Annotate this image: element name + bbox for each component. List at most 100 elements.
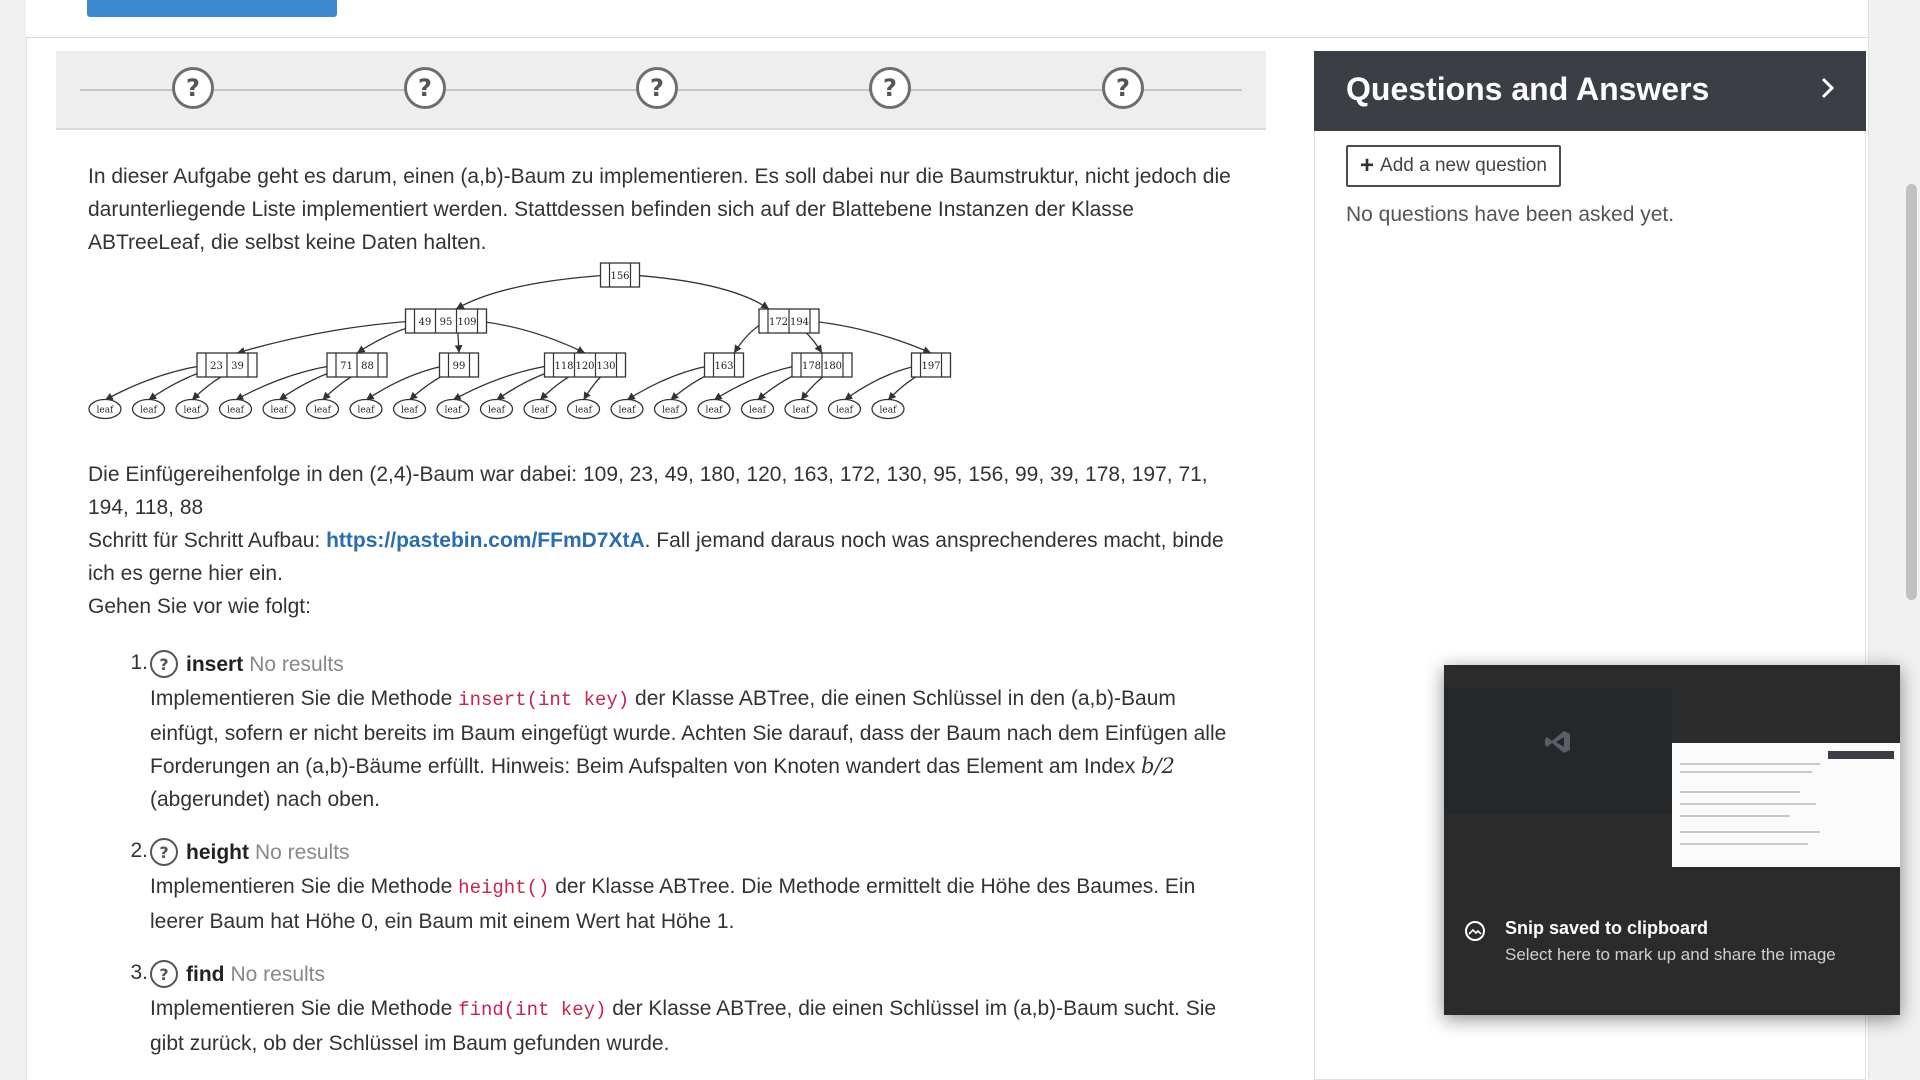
- tree-leaf-label: leaf: [619, 406, 637, 416]
- tree-leaf: leaf: [218, 398, 253, 420]
- step-status-icon[interactable]: ?: [172, 67, 214, 109]
- tree-inner-node: 197: [910, 352, 952, 378]
- tree-leaf-label: leaf: [401, 406, 419, 416]
- method-code: insert(int key): [458, 689, 630, 711]
- question-circle-icon[interactable]: ?: [150, 838, 178, 866]
- tree-leaf-label: leaf: [880, 406, 898, 416]
- tree-inner-node: 71 88: [326, 352, 388, 378]
- tree-root-node: 156: [599, 262, 641, 288]
- task-item-insert: 1. ? insert No results Implementieren Si…: [126, 646, 1236, 816]
- tree-leaf-label: leaf: [793, 406, 811, 416]
- tree-leaf-label: leaf: [836, 406, 854, 416]
- snip-preview-page: [1672, 743, 1900, 867]
- task-status: No results: [230, 962, 326, 986]
- step-status-icon[interactable]: ?: [869, 67, 911, 109]
- tree-leaf-label: leaf: [97, 406, 115, 416]
- qa-header[interactable]: Questions and Answers: [1314, 51, 1866, 131]
- tree-key: 99: [453, 361, 466, 372]
- tree-leaf-label: leaf: [358, 406, 376, 416]
- pastebin-link[interactable]: https://pastebin.com/FFmD7XtA: [326, 529, 645, 552]
- tree-inner-node: 178 180: [791, 352, 853, 378]
- tree-key: 120: [575, 361, 594, 372]
- task-description: Implementieren Sie die Methode find(int …: [150, 992, 1236, 1060]
- snip-notification[interactable]: Snip saved to clipboard Select here to m…: [1444, 665, 1900, 1015]
- task-title: insert: [186, 652, 244, 676]
- step-status-icon[interactable]: ?: [404, 67, 446, 109]
- math-expression: b/2: [1141, 754, 1175, 778]
- tree-key: 194: [790, 317, 809, 328]
- task-number: 1.: [130, 651, 148, 674]
- tree-leaf-label: leaf: [662, 406, 680, 416]
- tree-inner-node: 163: [703, 352, 745, 378]
- task-text: Implementieren Sie die Methode: [150, 875, 459, 898]
- snip-preview-editor: [1444, 688, 1672, 814]
- task-number: 2.: [130, 839, 148, 862]
- add-question-button[interactable]: + Add a new question: [1346, 145, 1561, 187]
- chevron-right-icon[interactable]: [1820, 73, 1836, 103]
- snip-image-icon: [1465, 921, 1485, 941]
- tree-leaf: leaf: [175, 398, 209, 420]
- tree-edge: [630, 274, 770, 310]
- build-prefix: Schritt für Schritt Aufbau:: [88, 529, 327, 552]
- task-status: No results: [249, 652, 344, 676]
- tree-leaf-label: leaf: [184, 406, 202, 416]
- plus-icon: +: [1360, 152, 1375, 179]
- left-gutter: [0, 0, 27, 1080]
- tree-leaf: leaf: [305, 398, 340, 420]
- tree-leaf-label: leaf: [227, 406, 245, 416]
- method-code: find(int key): [458, 999, 607, 1021]
- tree-key: 163: [714, 361, 733, 372]
- tree-leaf-label: leaf: [575, 406, 593, 416]
- question-circle-icon[interactable]: ?: [150, 960, 178, 988]
- task-text: Implementieren Sie die Methode: [150, 997, 459, 1020]
- tree-key: 88: [361, 361, 374, 372]
- tree-inner-node: 49 95 109: [404, 308, 488, 334]
- tree-leaf-label: leaf: [532, 406, 550, 416]
- task-number: 3.: [130, 961, 148, 984]
- tree-edge: [809, 320, 932, 354]
- tree-inner-node: 23 39: [196, 352, 258, 378]
- instruction-text: Gehen Sie vor wie folgt:: [88, 595, 311, 618]
- task-progress-bar: ? ? ? ? ?: [56, 51, 1266, 130]
- qa-title: Questions and Answers: [1346, 71, 1710, 107]
- tree-leaf: leaf: [697, 398, 731, 420]
- tree-leaf: leaf: [610, 398, 644, 420]
- tree-key: 95: [440, 317, 453, 328]
- tree-key: 23: [210, 361, 223, 372]
- tree-edge: [477, 320, 586, 354]
- tree-leaf-label: leaf: [140, 406, 158, 416]
- add-question-label: Add a new question: [1380, 155, 1547, 176]
- exercise-content: In dieser Aufgabe geht es darum, einen (…: [88, 160, 1238, 623]
- task-title: find: [186, 962, 225, 986]
- tree-key: 172: [769, 317, 788, 328]
- build-paragraph: Schritt für Schritt Aufbau: https://past…: [88, 524, 1238, 590]
- vscode-logo-icon: [1545, 731, 1570, 753]
- tree-leaf-label: leaf: [706, 406, 724, 416]
- thumb-qa-header: [1828, 751, 1894, 759]
- step-status-icon[interactable]: ?: [636, 67, 678, 109]
- intro-paragraph: In dieser Aufgabe geht es darum, einen (…: [88, 165, 1231, 254]
- top-action-button[interactable]: [87, 0, 337, 17]
- tree-leaf: leaf: [653, 398, 688, 420]
- tree-key: 197: [921, 361, 940, 372]
- task-description: Implementieren Sie die Methode height() …: [150, 870, 1236, 938]
- tree-leaf-label: leaf: [271, 406, 289, 416]
- tree-edge: [626, 364, 714, 401]
- tree-leaf: leaf: [740, 398, 775, 420]
- task-status: No results: [255, 840, 350, 864]
- tree-inner-node: 118 120 130: [543, 352, 627, 378]
- scrollbar-thumb[interactable]: [1906, 184, 1917, 600]
- tree-leaf-label: leaf: [488, 406, 506, 416]
- qa-empty-message: No questions have been asked yet.: [1346, 203, 1675, 226]
- toast-body: Select here to mark up and share the ima…: [1505, 945, 1836, 964]
- tree-inner-node: 99: [438, 352, 480, 378]
- tree-inner-node: 172 194: [758, 308, 820, 334]
- tree-key: 180: [823, 361, 842, 372]
- ab-tree-diagram: 156 49 95 109 172 194 23 39 71 88 99 118 120 130 163 17…: [88, 262, 952, 420]
- tree-leaf: leaf: [349, 398, 383, 420]
- step-status-icon[interactable]: ?: [1102, 67, 1144, 109]
- question-circle-icon[interactable]: ?: [150, 650, 178, 678]
- tree-key: 118: [554, 361, 573, 372]
- tree-key: 178: [802, 361, 821, 372]
- tree-key: 71: [340, 361, 353, 372]
